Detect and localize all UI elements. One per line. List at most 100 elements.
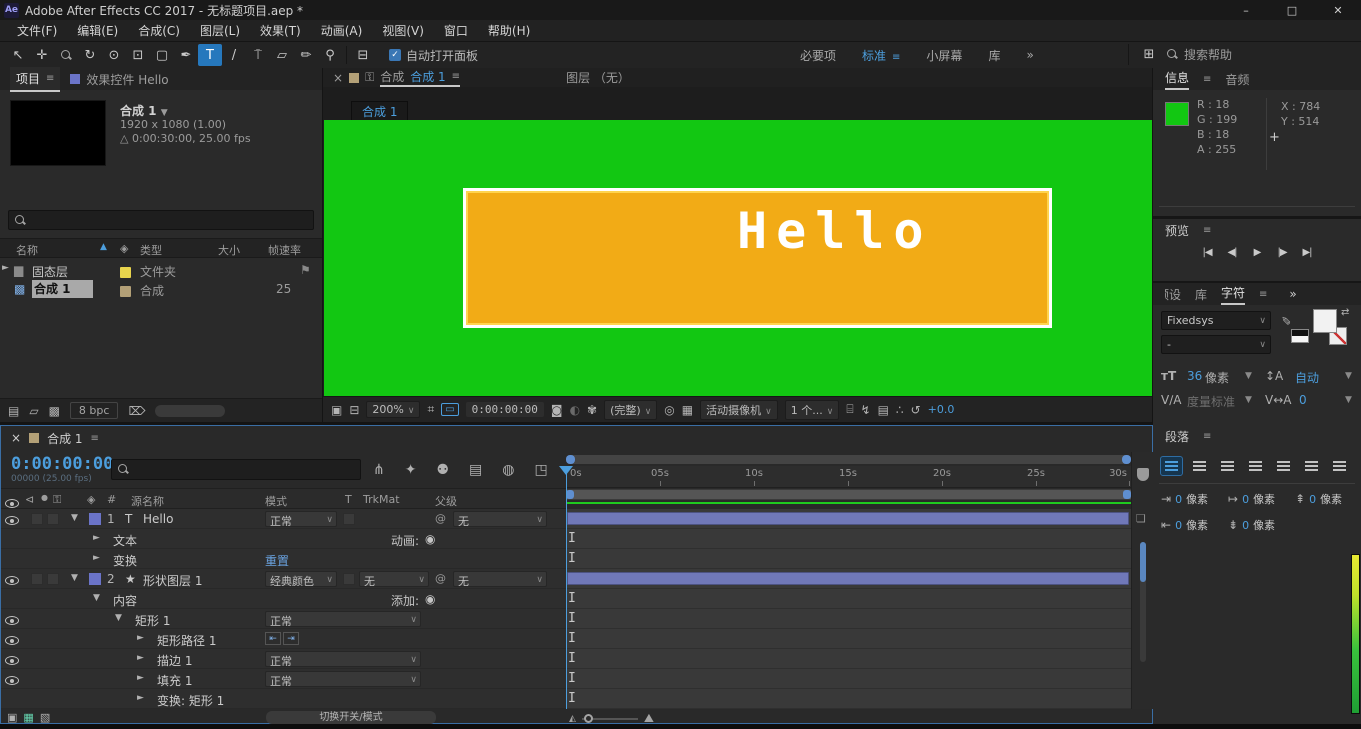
transparency-grid-icon[interactable]: ▦ [682,403,693,417]
last-frame-button[interactable]: ▶| [1299,247,1315,258]
workspace-库[interactable]: 库 [988,47,1000,64]
layer-duration-bar[interactable] [567,572,1129,585]
preserve-transparency-cell[interactable] [343,513,355,525]
indent-left-field[interactable]: ⇥0像素 [1161,491,1208,507]
eraser-tool-icon[interactable]: ▱ [270,44,294,66]
eye-icon[interactable] [5,514,19,528]
justify-last-right-button[interactable] [1301,457,1322,475]
tab-layer[interactable]: 图层 （无） [566,69,630,86]
layer-duration-bar[interactable] [567,512,1129,525]
rotate-tool-icon[interactable]: ↻ [78,44,102,66]
font-size-value[interactable]: 36 [1187,369,1202,383]
space-after-value[interactable]: 0 [1242,519,1249,532]
animate-button[interactable]: ◉ [425,532,435,546]
indent-right-value[interactable]: 0 [1175,519,1182,532]
mode-dropdown[interactable]: 正常∨ [265,611,421,627]
column-trkmat[interactable]: TrkMat [363,493,400,506]
zoom-out-icon[interactable]: ◭ [569,714,576,724]
eye-icon[interactable] [5,614,19,628]
column-name[interactable]: 名称 [16,242,38,258]
target-icon[interactable]: ◎ [664,403,674,417]
layer-label-chip[interactable] [89,513,101,525]
maximize-button[interactable]: □ [1269,0,1315,20]
eye-icon[interactable] [5,674,19,688]
close-button[interactable]: ✕ [1315,0,1361,20]
monitor-icon[interactable]: ⊟ [349,403,359,417]
timeline-vertical-scrollbar[interactable] [1140,542,1146,662]
menu-item[interactable]: 窗口 [435,20,477,41]
column-fps[interactable]: 帧速率 [268,242,301,258]
goggles-icon[interactable]: ⌸ [846,402,853,417]
tab-effect-controls[interactable]: 效果控件 Hello [64,68,174,91]
bit-depth-button[interactable]: 8 bpc [70,402,119,419]
project-search-input[interactable] [31,213,271,228]
property-name[interactable]: 变换 [113,552,137,569]
comp-marker-button[interactable] [1137,468,1149,481]
time-ruler[interactable]: 0s05s10s15s20s25s30s [566,466,1131,488]
justify-all-button[interactable] [1329,457,1350,475]
layer-label-chip[interactable] [89,573,101,585]
expand-in-out-icon[interactable]: ▧ [40,711,50,724]
expand-transfer-controls-icon[interactable]: ▦ [23,711,33,724]
selection-tool-icon[interactable]: ↖ [6,44,30,66]
mode-dropdown[interactable]: 经典颜色∨ [265,571,337,587]
row-track[interactable]: I [566,549,1131,569]
indent-first-line-field[interactable]: ↦0像素 [1228,491,1275,507]
auto-open-panels[interactable]: ✓ 自动打开面板 [389,47,478,64]
new-composition-icon[interactable]: ▩ [49,404,60,418]
new-folder-icon[interactable]: ▱ [29,404,38,418]
trash-icon[interactable]: ⌦ [128,404,145,418]
previous-frame-button[interactable]: ◀| [1224,247,1240,258]
twirl-icon[interactable]: ▼ [71,513,78,523]
work-area-bar[interactable] [566,490,1131,499]
property-name[interactable]: 内容 [113,592,137,609]
shy-icon[interactable]: ⚉ [436,462,449,478]
fast-previews-icon[interactable]: ↯ [861,403,871,417]
comp-mini-flowchart-icon[interactable]: ⋔ [373,462,385,478]
fill-color-swatch[interactable] [1313,309,1337,333]
timeline-button-icon[interactable]: ▤ [878,403,889,417]
label-column-icon[interactable]: ◈ [120,242,128,255]
panel-grid-icon[interactable]: ⊟ [351,44,375,66]
overflow-icon[interactable]: » [1289,287,1296,301]
tracking-value[interactable]: 0 [1299,393,1307,407]
magnification-dropdown[interactable]: 200%∨ [366,401,420,418]
exposure-value[interactable]: +0.0 [928,403,955,416]
row-track[interactable]: I [566,669,1131,689]
region-of-interest-icon[interactable]: ▭ [441,403,458,416]
toggle-switches-modes-button[interactable]: 切换开关/模式 [266,711,436,724]
property-name[interactable]: 矩形路径 1 [157,632,216,649]
justify-last-left-button[interactable] [1245,457,1266,475]
twirl-icon[interactable]: ▼ [93,593,100,603]
workspace-必要项[interactable]: 必要项 [800,47,836,64]
zoom-slider-knob[interactable] [584,714,593,723]
close-tab-icon[interactable]: × [11,431,21,445]
align-left-button[interactable] [1161,457,1182,475]
trkmat-dropdown[interactable]: 无∨ [359,571,429,587]
horizontal-scrollbar[interactable] [155,405,225,417]
twirl-icon[interactable]: ► [137,633,144,643]
row-track[interactable]: I [566,609,1131,629]
type-tool-icon[interactable]: T [198,44,222,66]
chevron-down-icon[interactable]: ▼ [1345,395,1352,405]
pen-tool-icon[interactable]: ✒ [174,44,198,66]
space-before-field[interactable]: ⇞0像素 [1295,491,1342,507]
layer-name[interactable]: 形状图层 1 [143,572,202,589]
always-preview-icon[interactable]: ▣ [331,403,342,417]
playhead-line[interactable] [566,466,567,709]
menu-item[interactable]: 文件(F) [8,20,66,41]
comp-name[interactable]: 合成 1 ▼ [120,102,168,119]
column-mode[interactable]: 模式 [265,493,287,509]
sort-ascending-icon[interactable]: ▲ [100,242,107,252]
puppet-pin-tool-icon[interactable]: ⚲ [318,44,342,66]
menu-item[interactable]: 合成(C) [129,20,189,41]
frame-blend-icon[interactable]: ▤ [469,462,482,478]
composition-canvas[interactable]: Hello [324,120,1152,396]
indent-left-value[interactable]: 0 [1175,493,1182,506]
project-row-comp[interactable]: ▩ 合成 1 合成 25 [0,279,322,298]
row-track[interactable] [566,569,1131,589]
zoom-tool-icon[interactable] [54,44,78,66]
tab-effects-presets-clipped[interactable]: 效果和预设 [1165,286,1181,303]
twirl-icon[interactable]: ► [137,693,144,703]
path-direction-left-icon[interactable]: ⇤ [265,632,281,645]
